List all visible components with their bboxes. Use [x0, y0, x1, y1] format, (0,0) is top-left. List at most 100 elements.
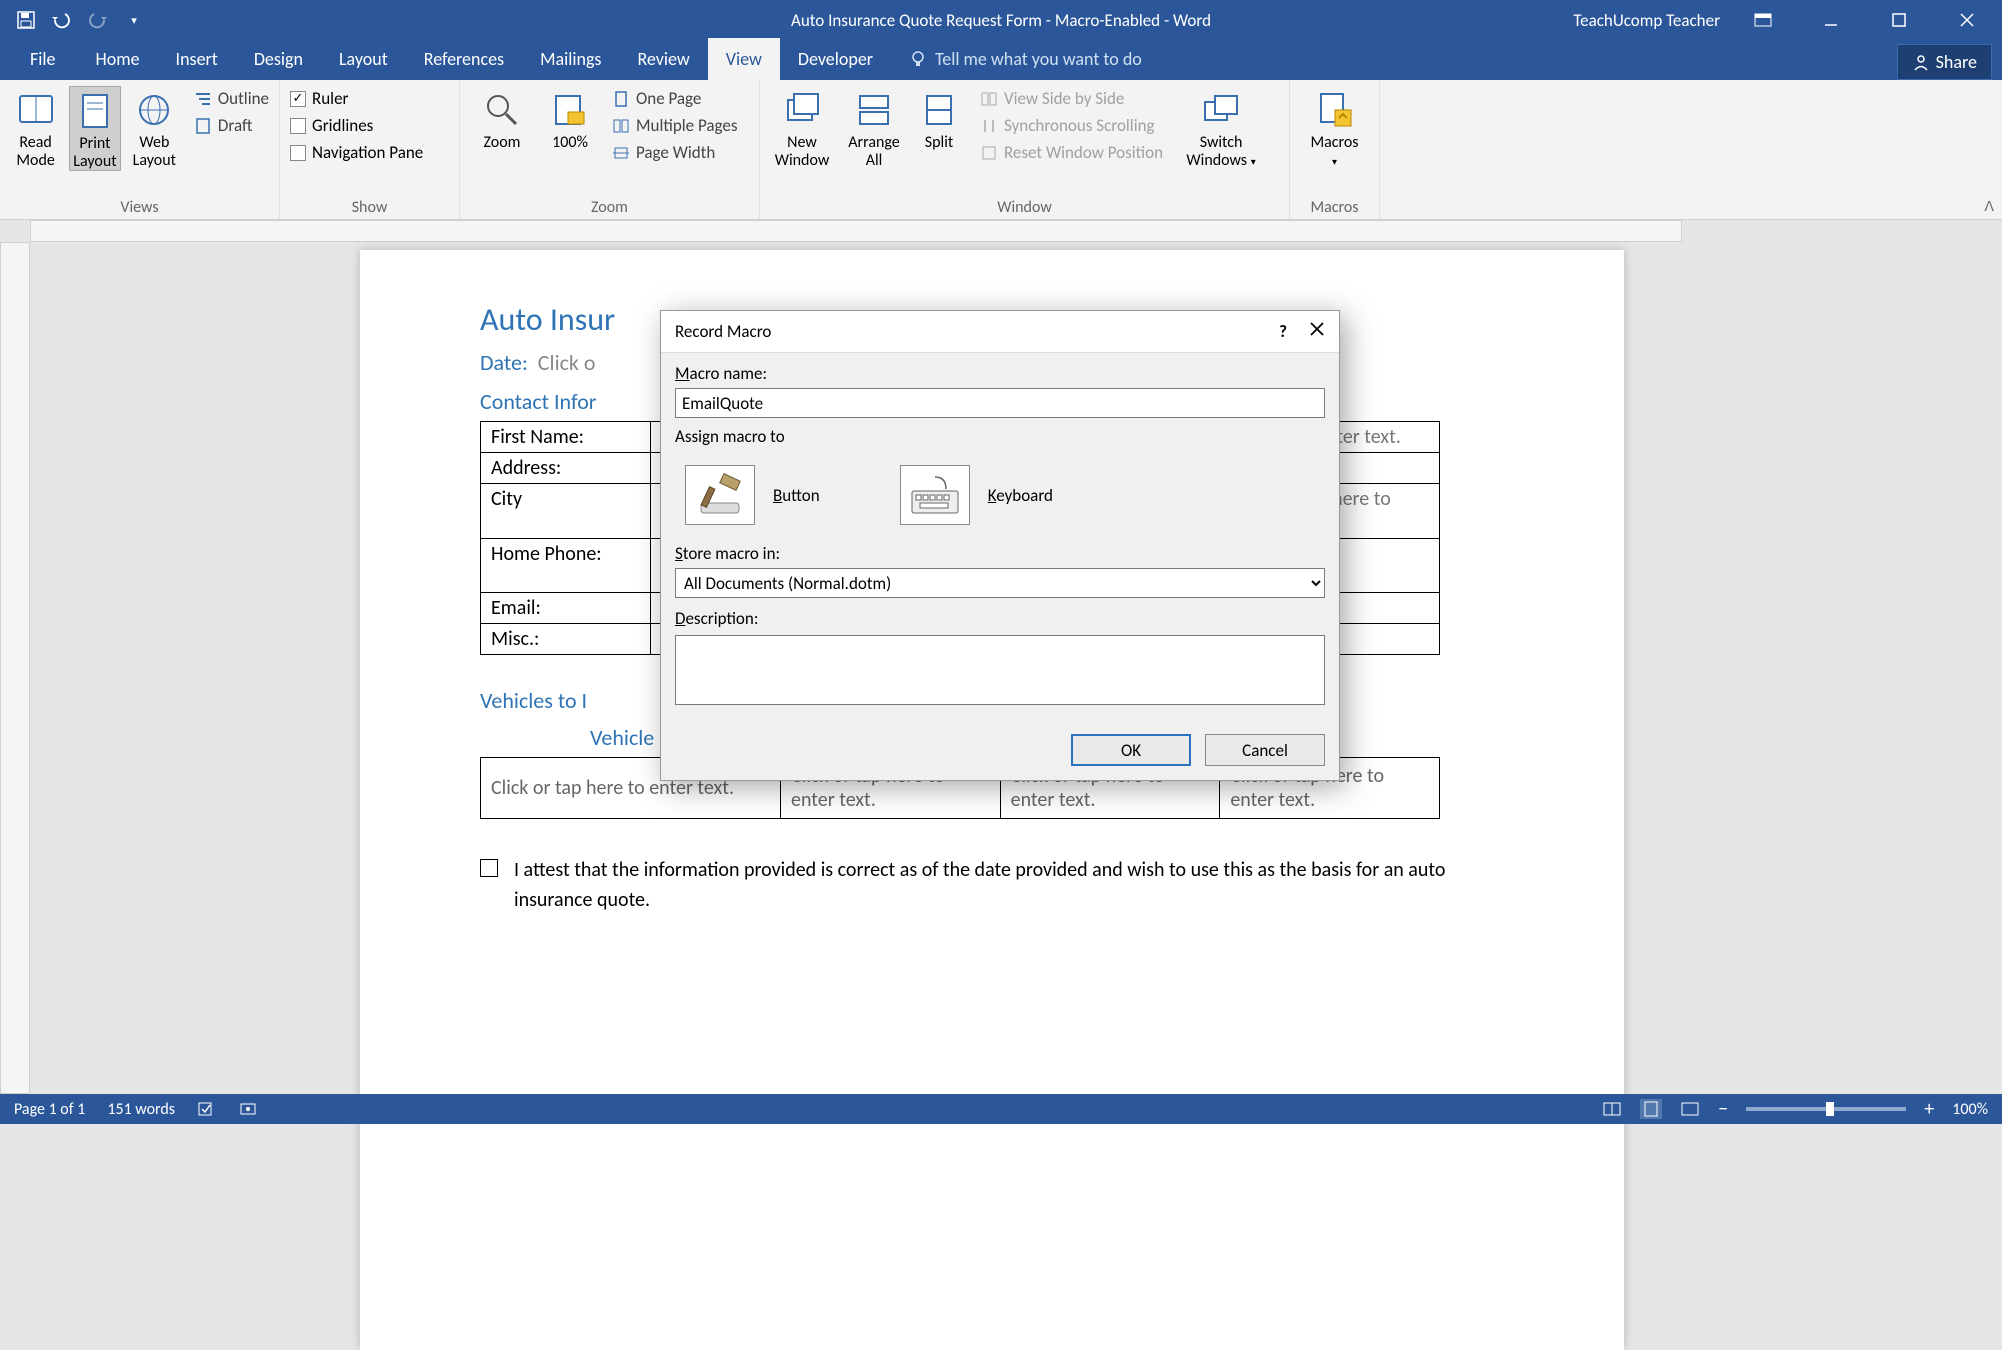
- ribbon-tabs: File Home Insert Design Layout Reference…: [0, 40, 2002, 80]
- address-label: Address:: [481, 453, 651, 484]
- switch-windows-button[interactable]: Switch Windows ▾: [1181, 86, 1261, 169]
- share-icon: [1912, 53, 1930, 71]
- navigation-pane-checkbox[interactable]: Navigation Pane: [290, 142, 449, 163]
- title-bar: ▾ Auto Insurance Quote Request Form - Ma…: [0, 0, 2002, 40]
- description-textarea[interactable]: [675, 635, 1325, 705]
- tab-mailings[interactable]: Mailings: [522, 38, 619, 80]
- reset-window-position-button[interactable]: Reset Window Position: [980, 142, 1163, 163]
- one-page-button[interactable]: One Page: [612, 88, 738, 109]
- attest-text: I attest that the information provided i…: [514, 855, 1504, 915]
- group-label-macros: Macros: [1300, 196, 1369, 217]
- assign-button-option[interactable]: Button: [685, 465, 820, 525]
- word-count[interactable]: 151 words: [107, 1100, 175, 1119]
- status-bar: Page 1 of 1 151 words − + 100%: [0, 1094, 2002, 1124]
- print-layout-icon: [75, 91, 115, 131]
- redo-icon[interactable]: [84, 6, 112, 34]
- print-layout-view-icon[interactable]: [1640, 1099, 1662, 1119]
- assign-keyboard-option[interactable]: Keyboard: [900, 465, 1053, 525]
- page-indicator[interactable]: Page 1 of 1: [14, 1100, 85, 1119]
- multiple-pages-icon: [612, 117, 630, 135]
- undo-icon[interactable]: [48, 6, 76, 34]
- page-width-button[interactable]: Page Width: [612, 142, 738, 163]
- record-macro-dialog: Record Macro ? Macro name: Assign macro …: [660, 310, 1340, 781]
- arrange-all-icon: [854, 90, 894, 130]
- ok-button[interactable]: OK: [1071, 734, 1191, 766]
- zoom-slider[interactable]: [1746, 1107, 1906, 1111]
- attestation-line: I attest that the information provided i…: [480, 855, 1504, 915]
- zoom-button[interactable]: Zoom: [470, 86, 534, 152]
- macro-name-input[interactable]: [675, 388, 1325, 418]
- horizontal-ruler[interactable]: [30, 220, 1682, 242]
- email-label: Email:: [481, 593, 651, 624]
- qat-customize-icon[interactable]: ▾: [120, 6, 148, 34]
- zoom-icon: [482, 90, 522, 130]
- tab-home[interactable]: Home: [78, 38, 158, 80]
- spellcheck-icon[interactable]: [197, 1101, 217, 1117]
- save-icon[interactable]: [12, 6, 40, 34]
- attest-checkbox[interactable]: [480, 859, 498, 877]
- quick-access-toolbar: ▾: [0, 6, 160, 34]
- group-label-zoom: Zoom: [470, 196, 749, 217]
- tab-layout[interactable]: Layout: [321, 38, 406, 80]
- read-mode-icon: [16, 90, 56, 130]
- hammer-button-icon: [685, 465, 755, 525]
- tab-design[interactable]: Design: [236, 38, 321, 80]
- macro-recording-icon[interactable]: [239, 1101, 257, 1117]
- first-name-label: First Name:: [481, 422, 651, 453]
- store-macro-select[interactable]: All Documents (Normal.dotm): [675, 568, 1325, 598]
- side-by-side-icon: [980, 90, 998, 108]
- split-icon: [919, 90, 959, 130]
- zoom-level[interactable]: 100%: [1952, 1100, 1988, 1119]
- zoom-100-button[interactable]: 100%: [542, 86, 598, 152]
- read-mode-button[interactable]: Read Mode: [10, 86, 61, 169]
- document-title: Auto Insurance Quote Request Form - Macr…: [791, 10, 1211, 31]
- description-label: Description:: [675, 608, 1325, 629]
- assign-macro-label: Assign macro to: [675, 426, 1325, 447]
- dialog-title: Record Macro: [675, 321, 771, 342]
- draft-button[interactable]: Draft: [194, 115, 269, 136]
- cancel-button[interactable]: Cancel: [1205, 734, 1325, 766]
- arrange-all-button[interactable]: Arrange All: [842, 86, 906, 169]
- outline-button[interactable]: Outline: [194, 88, 269, 109]
- user-name: TeachUcomp Teacher: [1573, 10, 1720, 31]
- web-layout-view-icon[interactable]: [1680, 1101, 1700, 1117]
- synchronous-scrolling-button[interactable]: Synchronous Scrolling: [980, 115, 1163, 136]
- tell-me-search[interactable]: Tell me what you want to do: [909, 38, 1142, 80]
- share-button[interactable]: Share: [1897, 44, 1992, 80]
- home-phone-label: Home Phone:: [481, 539, 651, 593]
- maximize-icon[interactable]: [1874, 0, 1924, 40]
- zoom-in-button[interactable]: +: [1924, 1103, 1934, 1115]
- group-label-show: Show: [290, 196, 449, 217]
- read-mode-view-icon[interactable]: [1602, 1101, 1622, 1117]
- vertical-ruler[interactable]: [0, 242, 30, 1094]
- new-window-button[interactable]: New Window: [770, 86, 834, 169]
- ruler-checkbox[interactable]: ✓Ruler: [290, 88, 449, 109]
- web-layout-icon: [134, 90, 174, 130]
- tab-review[interactable]: Review: [619, 38, 707, 80]
- view-side-by-side-button[interactable]: View Side by Side: [980, 88, 1163, 109]
- macros-button[interactable]: Macros▾: [1300, 86, 1369, 169]
- zoom-out-button[interactable]: −: [1718, 1103, 1728, 1115]
- tab-insert[interactable]: Insert: [158, 38, 236, 80]
- close-icon[interactable]: [1942, 0, 1992, 40]
- tab-view[interactable]: View: [708, 38, 780, 80]
- gridlines-checkbox[interactable]: Gridlines: [290, 115, 449, 136]
- draft-icon: [194, 117, 212, 135]
- sync-scroll-icon: [980, 117, 998, 135]
- store-macro-label: Store macro in:: [675, 543, 1325, 564]
- minimize-icon[interactable]: [1806, 0, 1856, 40]
- collapse-ribbon-icon[interactable]: ᐱ: [1984, 198, 1994, 215]
- dialog-close-icon[interactable]: [1309, 321, 1325, 342]
- split-button[interactable]: Split: [914, 86, 964, 152]
- group-label-views: Views: [10, 196, 269, 217]
- tab-developer[interactable]: Developer: [780, 38, 891, 80]
- print-layout-button[interactable]: Print Layout: [69, 86, 121, 171]
- new-window-icon: [782, 90, 822, 130]
- ribbon-display-icon[interactable]: [1738, 0, 1788, 40]
- web-layout-button[interactable]: Web Layout: [129, 86, 180, 169]
- tab-file[interactable]: File: [8, 38, 78, 80]
- multiple-pages-button[interactable]: Multiple Pages: [612, 115, 738, 136]
- tab-references[interactable]: References: [406, 38, 522, 80]
- ribbon-view: Read Mode Print Layout Web Layout Outlin…: [0, 80, 2002, 220]
- dialog-help-icon[interactable]: ?: [1279, 321, 1287, 342]
